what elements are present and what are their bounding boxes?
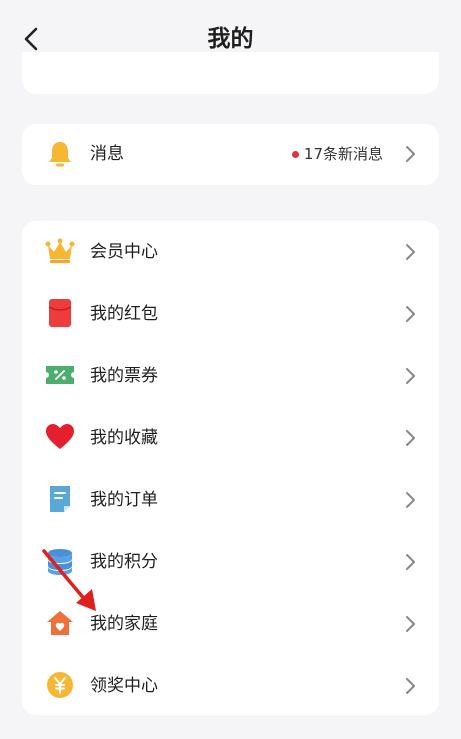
home-heart-icon: [44, 607, 76, 639]
menu-item-red-envelope[interactable]: 我的红包: [22, 283, 439, 345]
menu-item-label: 我的家庭: [90, 614, 158, 634]
chevron-right-icon: [406, 306, 415, 322]
order-document-icon: [44, 483, 76, 515]
menu-item-favorites[interactable]: 我的收藏: [22, 407, 439, 469]
heart-icon: [44, 421, 76, 453]
menu-item-tickets[interactable]: 我的票券: [22, 345, 439, 407]
chevron-right-icon: [406, 616, 415, 632]
yen-coin-icon: [44, 669, 76, 701]
bell-icon: [44, 138, 76, 170]
unread-dot-icon: [291, 151, 299, 158]
ticket-icon: [44, 359, 76, 391]
menu-item-label: 我的积分: [90, 552, 158, 572]
menu-item-family[interactable]: 我的家庭: [22, 593, 439, 655]
chevron-right-icon: [406, 244, 415, 260]
chevron-right-icon: [406, 368, 415, 384]
menu-item-vip-center[interactable]: 会员中心: [22, 221, 439, 283]
message-card: 消息 17条新消息: [22, 124, 439, 185]
chevron-right-icon: [406, 430, 415, 446]
menu-item-label: 我的收藏: [90, 428, 158, 448]
menu-item-label: 我的订单: [90, 490, 158, 510]
message-count-text: 17条新消息: [303, 145, 383, 163]
message-row[interactable]: 消息 17条新消息: [22, 124, 439, 185]
chevron-right-icon: [406, 554, 415, 570]
menu-item-points[interactable]: 我的积分: [22, 531, 439, 593]
page-title: 我的: [207, 26, 254, 52]
coins-stack-icon: [44, 545, 76, 577]
menu-list-card: 会员中心 我的红包 我的票券 我的收藏 我的订单 我的积分 我的家庭 领奖中心: [22, 221, 439, 715]
crown-icon: [44, 235, 76, 267]
red-envelope-icon: [44, 297, 76, 329]
menu-item-orders[interactable]: 我的订单: [22, 469, 439, 531]
message-label: 消息: [90, 144, 124, 164]
menu-item-label: 领奖中心: [90, 676, 158, 696]
chevron-right-icon: [406, 492, 415, 508]
menu-item-prize-center[interactable]: 领奖中心: [22, 655, 439, 717]
chevron-right-icon: [406, 678, 415, 694]
chevron-right-icon: [406, 146, 415, 162]
message-badge: 17条新消息: [291, 124, 383, 185]
profile-card-partial: [22, 52, 439, 94]
menu-item-label: 我的红包: [90, 304, 158, 324]
menu-item-label: 会员中心: [90, 242, 158, 262]
menu-item-label: 我的票券: [90, 366, 158, 386]
